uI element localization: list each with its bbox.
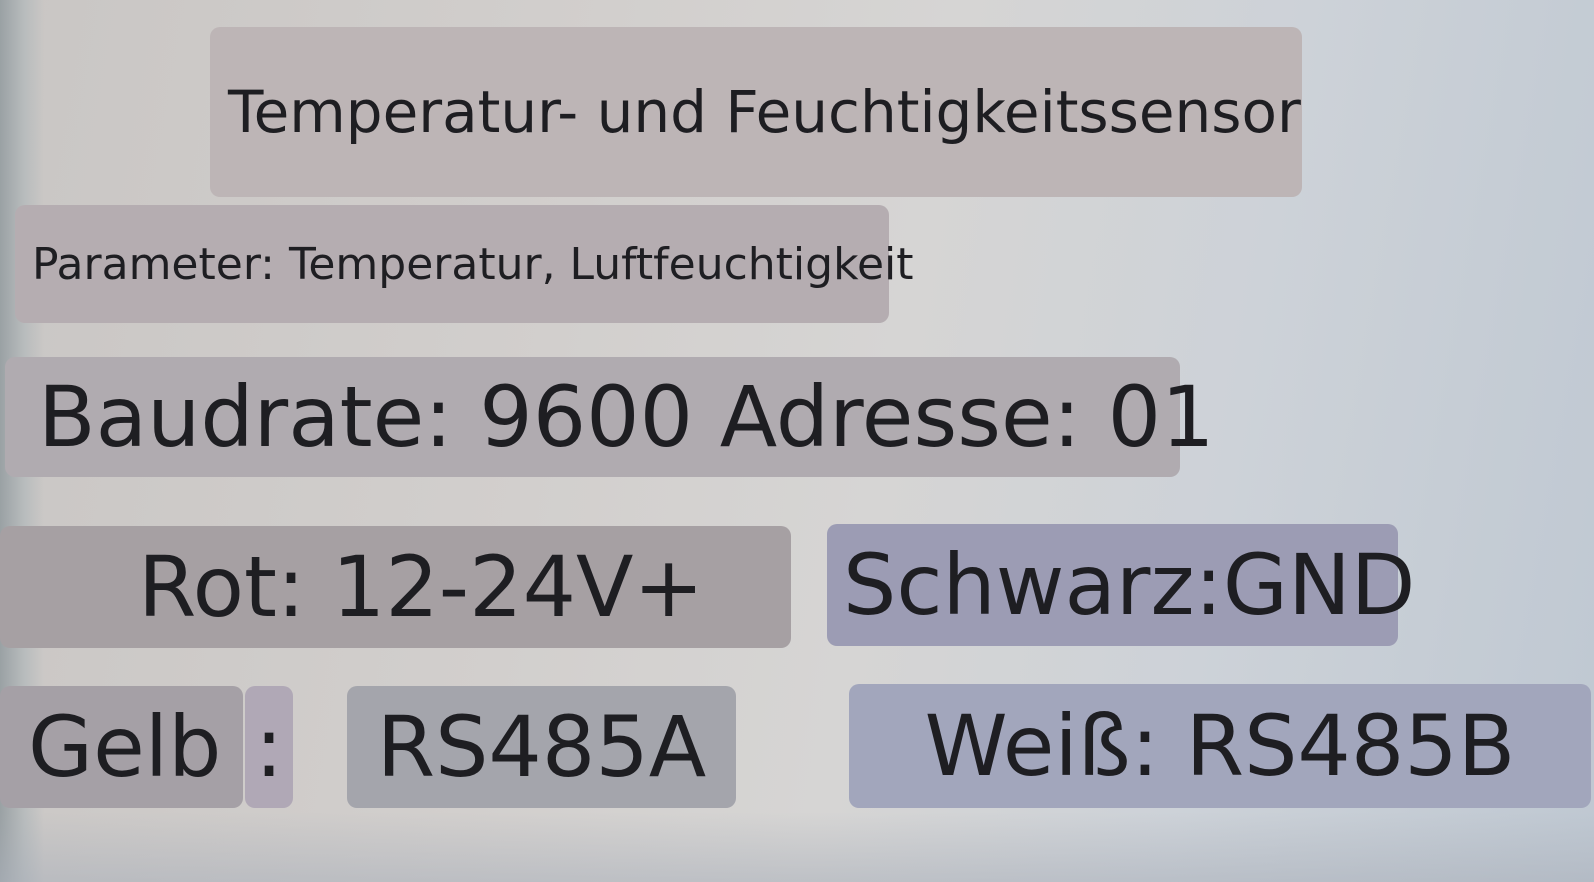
yellow-wire-separator: :	[245, 686, 293, 808]
red-wire-text: Rot: 12-24V+	[138, 538, 704, 636]
sensor-title-text: Temperatur- und Feuchtigkeitssensor	[228, 78, 1301, 146]
black-wire-line: Schwarz:GND	[827, 524, 1415, 646]
black-wire-text: Schwarz:GND	[843, 536, 1416, 634]
yellow-wire-label-text: Gelb	[28, 698, 222, 796]
white-wire-text: Weiß: RS485B	[924, 697, 1516, 795]
sensor-label-photo: Temperatur- und Feuchtigkeitssensor Para…	[0, 0, 1594, 882]
white-wire-line: Weiß: RS485B	[849, 684, 1591, 808]
baud-address-text: Baudrate: 9600 Adresse: 01	[38, 368, 1215, 466]
baud-address-line: Baudrate: 9600 Adresse: 01	[5, 357, 1215, 477]
parameters-line: Parameter: Temperatur, Luftfeuchtigkeit	[15, 205, 914, 323]
red-wire-line: Rot: 12-24V+	[0, 526, 791, 648]
yellow-wire-value: RS485A	[347, 686, 736, 808]
label-bottom-shade	[0, 812, 1594, 882]
yellow-wire-label: Gelb	[0, 686, 243, 808]
yellow-wire-value-text: RS485A	[376, 698, 707, 796]
sensor-title: Temperatur- und Feuchtigkeitssensor	[210, 27, 1302, 197]
yellow-wire-separator-text: :	[254, 698, 284, 796]
parameters-text: Parameter: Temperatur, Luftfeuchtigkeit	[32, 238, 914, 290]
